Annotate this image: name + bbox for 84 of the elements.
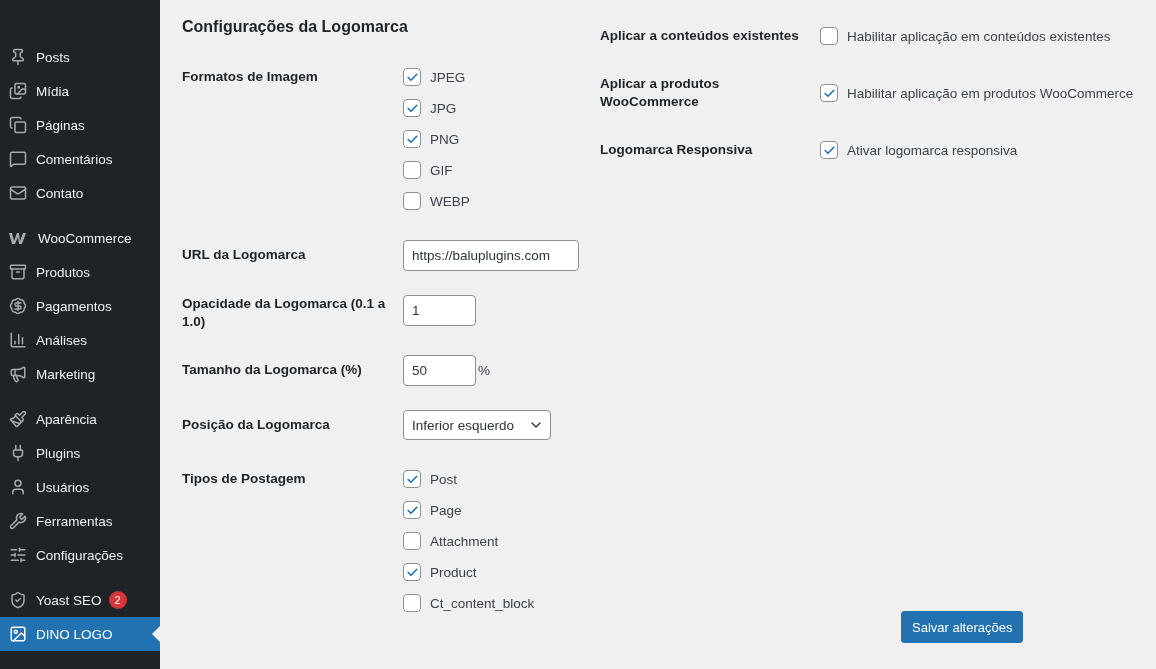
person-icon	[9, 478, 27, 496]
field-label: Posição da Logomarca	[182, 416, 331, 434]
bar-chart-icon	[9, 331, 27, 349]
field-label: Logomarca Responsiva	[600, 141, 754, 159]
checkmark-icon	[405, 132, 419, 146]
box-icon	[9, 263, 27, 281]
menu-item[interactable]: Produtos	[0, 255, 160, 289]
checkbox-label: Ct_content_block	[430, 595, 535, 611]
speech-bubble-icon	[9, 150, 27, 168]
menu-item[interactable]: Marketing	[0, 357, 160, 391]
field-label: Aplicar a conteúdos existentes	[600, 27, 800, 45]
number-field[interactable]: 50	[403, 355, 476, 386]
menu-item[interactable]: Contato	[0, 176, 160, 210]
menu-item[interactable]: Análises	[0, 323, 160, 357]
section-title: Configurações da Logomarca	[182, 18, 409, 36]
checkbox-label: Ativar logomarca responsiva	[847, 142, 1018, 158]
menu-item[interactable]: Ferramentas	[0, 504, 160, 538]
checkmark-icon	[405, 503, 419, 517]
checkbox[interactable]	[403, 470, 421, 488]
checkmark-icon	[405, 565, 419, 579]
field-label: Aplicar a produtos WooCommerce	[600, 75, 721, 111]
checkbox[interactable]	[403, 532, 421, 550]
checkbox-label: Habilitar aplicação em conteúdos existentes	[847, 28, 1111, 44]
field-label: URL da Logomarca	[182, 246, 307, 264]
pages-icon	[9, 116, 27, 134]
checkbox-label: Habilitar aplicação em produtos WooCommerce	[847, 85, 1134, 101]
paintbrush-icon	[9, 410, 27, 428]
dollar-icon	[9, 297, 27, 315]
checkbox[interactable]	[403, 594, 421, 612]
menu-item[interactable]: Yoast SEO 2	[0, 583, 160, 617]
checkbox[interactable]	[820, 27, 838, 45]
save-button[interactable]: Salvar alterações	[901, 611, 1024, 643]
sliders-icon	[9, 546, 27, 564]
wrench-icon	[9, 512, 27, 530]
field-label: Formatos de Imagem	[182, 68, 319, 86]
field-label: Opacidade da Logomarca (0.1 a 1.0)	[182, 295, 387, 331]
url-field[interactable]: https://baluplugins.com	[403, 240, 579, 271]
checkbox-label: JPEG	[430, 69, 466, 85]
images-icon	[9, 82, 27, 100]
menu-item[interactable]: Aparência	[0, 402, 160, 436]
checkbox-label: WEBP	[430, 193, 470, 209]
checkmark-icon	[405, 101, 419, 115]
checkbox-label: GIF	[430, 162, 453, 178]
number-field[interactable]: 1	[403, 295, 476, 326]
menu-item[interactable]: WooCommerce	[0, 221, 160, 255]
checkbox[interactable]	[403, 68, 421, 86]
field-label: Tipos de Postagem	[182, 470, 307, 488]
count-badge: 2	[108, 591, 127, 609]
menu-item[interactable]: Mídia	[0, 74, 160, 108]
checkbox[interactable]	[820, 84, 838, 102]
menu-item[interactable]: Páginas	[0, 108, 160, 142]
checkbox-label: Post	[430, 471, 457, 487]
menu-item[interactable]: Configurações	[0, 538, 160, 572]
image-icon	[9, 625, 27, 643]
checkmark-icon	[405, 472, 419, 486]
menu-item[interactable]: DINO LOGO	[0, 617, 160, 651]
checkbox[interactable]	[403, 99, 421, 117]
checkmark-icon	[822, 143, 836, 157]
checkbox[interactable]	[403, 161, 421, 179]
pin-icon	[9, 48, 27, 66]
checkbox-label: Product	[430, 564, 477, 580]
checkbox[interactable]	[403, 130, 421, 148]
checkmark-icon	[405, 70, 419, 84]
megaphone-icon	[9, 365, 27, 383]
checkbox-label: Page	[430, 502, 462, 518]
checkmark-icon	[822, 86, 836, 100]
checkbox[interactable]	[403, 192, 421, 210]
unit-label: %	[478, 363, 490, 378]
envelope-icon	[9, 184, 27, 202]
checkbox[interactable]	[403, 563, 421, 581]
field-label: Tamanho da Logomarca (%)	[182, 361, 363, 379]
shield-icon	[9, 591, 27, 609]
position-dropdown[interactable]: Inferior esquerdo	[403, 410, 551, 440]
menu-item[interactable]: Comentários	[0, 142, 160, 176]
checkbox-label: Attachment	[430, 533, 499, 549]
menu-item[interactable]: Pagamentos	[0, 289, 160, 323]
menu-item[interactable]: Usuários	[0, 470, 160, 504]
checkbox[interactable]	[403, 501, 421, 519]
menu-item[interactable]: Plugins	[0, 436, 160, 470]
checkbox-label: JPG	[430, 100, 457, 116]
checkbox-label: PNG	[430, 131, 460, 147]
menu-item[interactable]: Posts	[0, 40, 160, 74]
checkbox[interactable]	[820, 141, 838, 159]
w-logo-icon	[9, 232, 29, 244]
